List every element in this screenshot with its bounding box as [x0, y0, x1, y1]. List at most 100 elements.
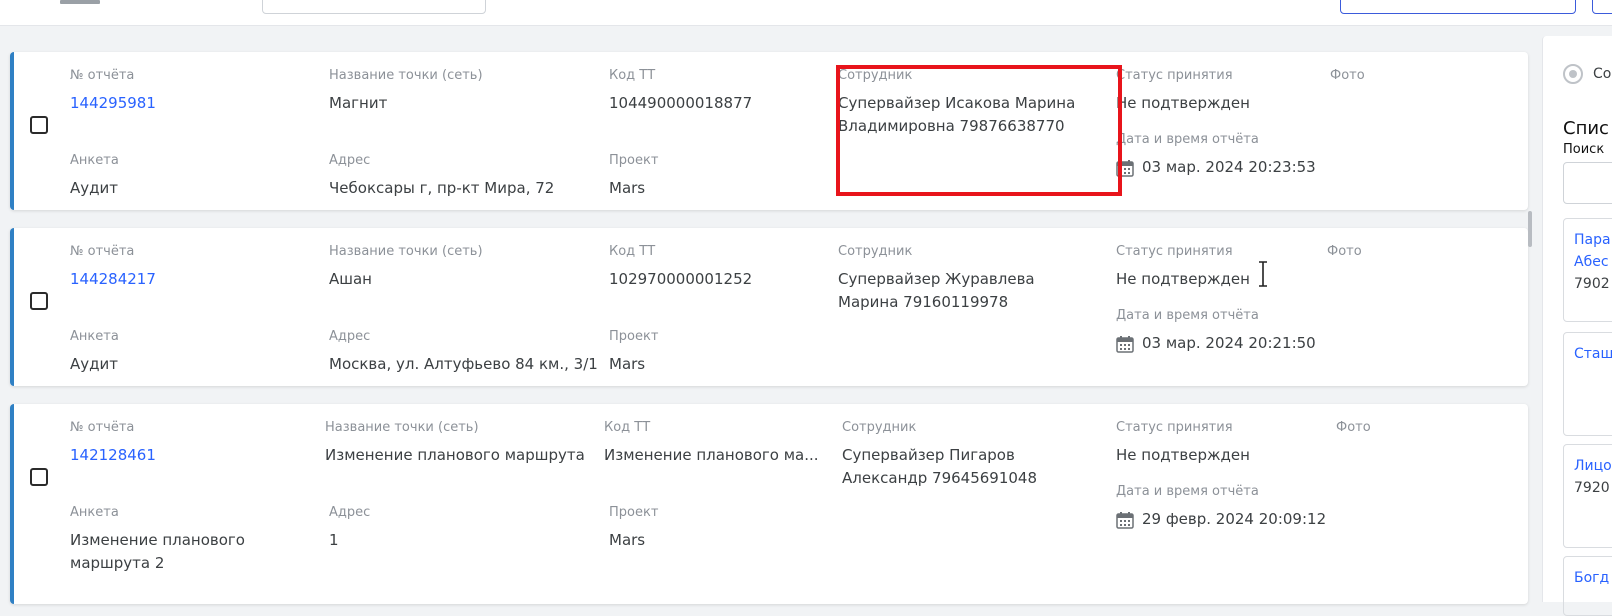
panel-item-line: Стащ [1574, 346, 1612, 362]
employee-label: Сотрудник [842, 420, 917, 435]
address-label: Адрес [329, 153, 371, 168]
datetime-label: Дата и время отчёта [1116, 484, 1259, 499]
tt-code-label: Код ТТ [609, 68, 656, 83]
datetime-field: Дата и время отчёта 29 февр. 2024 20:09:… [1116, 484, 1326, 531]
point-name-label: Название точки (сеть) [325, 420, 479, 435]
employee-field: Сотрудник Супервайзер Журавлева Марина 7… [838, 244, 1078, 314]
tt-code-value: 102970000001252 [609, 270, 753, 288]
panel-list-item[interactable]: Пара Абес 7902 [1563, 218, 1612, 322]
address-value: Москва, ул. Алтуфьево 84 км., 3/1 [329, 355, 598, 373]
report-no-label: № отчёта [70, 420, 135, 435]
address-field: Адрес Чебоксары г, пр-кт Мира, 72 [329, 153, 554, 200]
project-value: Mars [609, 179, 646, 197]
status-value: Не подтвержден [1116, 446, 1250, 464]
reports-list: № отчёта 144295981 Название точки (сеть)… [0, 26, 1538, 604]
status-label: Статус принятия [1116, 420, 1233, 435]
project-label: Проект [609, 153, 659, 168]
address-value: 1 [329, 531, 339, 549]
report-no-link[interactable]: 144284217 [70, 268, 156, 291]
tt-code-field: Код ТТ 102970000001252 [609, 244, 752, 291]
tt-code-field: Код ТТ Изменение планового ма... [604, 420, 819, 467]
calendar-icon [1116, 511, 1134, 529]
panel-list-item[interactable]: Стащ [1563, 332, 1612, 436]
report-no-field: № отчёта 144295981 [70, 68, 156, 115]
survey-label: Анкета [70, 505, 119, 520]
photo-field: Фото [1330, 68, 1365, 84]
report-no-field: № отчёта 144284217 [70, 244, 156, 291]
datetime-label: Дата и время отчёта [1116, 308, 1259, 323]
status-label: Статус принятия [1116, 244, 1233, 259]
address-label: Адрес [329, 505, 371, 520]
list-scrollbar-thumb[interactable] [1528, 211, 1532, 247]
right-panel: Со Спис Поиск Пара Абес 7902 Стащ Лицо 7… [1542, 36, 1612, 616]
report-checkbox[interactable] [30, 468, 48, 486]
survey-value: Изменение планового маршрута 2 [70, 531, 245, 572]
panel-radio[interactable] [1563, 64, 1583, 84]
panel-radio-label: Со [1593, 66, 1612, 82]
filter-input[interactable] [262, 0, 486, 14]
panel-item-line: Абес [1574, 254, 1609, 270]
project-field: Проект Mars [609, 153, 658, 200]
toolbar-label-fragment [60, 0, 100, 4]
top-toolbar [0, 0, 1612, 26]
panel-search-input[interactable] [1563, 162, 1612, 204]
status-field: Статус принятия Не подтвержден [1116, 244, 1250, 291]
photo-label: Фото [1336, 420, 1371, 435]
tt-code-value: 104490000018877 [609, 94, 753, 112]
datetime-value: 03 мар. 2024 20:23:53 [1142, 158, 1316, 176]
project-field: Проект Mars [609, 329, 658, 376]
datetime-field: Дата и время отчёта 03 мар. 2024 20:23:5… [1116, 132, 1316, 179]
panel-search-label: Поиск [1563, 142, 1605, 157]
panel-list-item[interactable]: Лицо 7920 [1563, 444, 1612, 548]
datetime-row: 03 мар. 2024 20:21:50 [1116, 332, 1316, 355]
panel-item-line: 7920 [1574, 480, 1610, 496]
calendar-icon [1116, 335, 1134, 353]
address-value: Чебоксары г, пр-кт Мира, 72 [329, 179, 555, 197]
panel-list-item[interactable]: Богд [1563, 556, 1612, 616]
employee-value: Супервайзер Журавлева Марина 79160119978 [838, 270, 1035, 311]
project-label: Проект [609, 329, 659, 344]
survey-field: Анкета Аудит [70, 153, 119, 200]
panel-item-line: 7902 [1574, 276, 1610, 292]
address-label: Адрес [329, 329, 371, 344]
report-checkbox[interactable] [30, 292, 48, 310]
panel-item-line: Богд [1574, 570, 1610, 586]
report-card[interactable]: № отчёта 144284217 Название точки (сеть)… [10, 228, 1528, 386]
point-name-label: Название точки (сеть) [329, 68, 483, 83]
survey-value: Аудит [70, 179, 118, 197]
point-name-label: Название точки (сеть) [329, 244, 483, 259]
project-label: Проект [609, 505, 659, 520]
toolbar-action-button[interactable] [1340, 0, 1576, 14]
datetime-field: Дата и время отчёта 03 мар. 2024 20:21:5… [1116, 308, 1316, 355]
survey-value: Аудит [70, 355, 118, 373]
report-no-link[interactable]: 144295981 [70, 92, 156, 115]
status-value: Не подтвержден [1116, 270, 1250, 288]
employee-highlight-box [836, 65, 1122, 196]
employee-label: Сотрудник [838, 244, 913, 259]
point-name-field: Название точки (сеть) Магнит [329, 68, 483, 115]
report-card[interactable]: № отчёта 144295981 Название точки (сеть)… [10, 52, 1528, 210]
point-name-value: Ашан [329, 270, 372, 288]
point-name-value: Изменение планового маршрута [325, 446, 585, 464]
panel-item-line: Лицо [1574, 458, 1612, 474]
report-no-link[interactable]: 142128461 [70, 444, 156, 467]
address-field: Адрес Москва, ул. Алтуфьево 84 км., 3/1 [329, 329, 598, 376]
survey-label: Анкета [70, 153, 119, 168]
datetime-label: Дата и время отчёта [1116, 132, 1259, 147]
status-field: Статус принятия Не подтвержден [1116, 420, 1250, 467]
tt-code-label: Код ТТ [604, 420, 651, 435]
report-checkbox[interactable] [30, 116, 48, 134]
tt-code-value: Изменение планового ма... [604, 446, 819, 464]
tt-code-field: Код ТТ 104490000018877 [609, 68, 752, 115]
photo-field: Фото [1336, 420, 1371, 436]
survey-field: Анкета Аудит [70, 329, 119, 376]
report-card[interactable]: № отчёта 142128461 Название точки (сеть)… [10, 404, 1528, 604]
datetime-row: 03 мар. 2024 20:23:53 [1116, 156, 1316, 179]
employee-field: Сотрудник Супервайзер Пигаров Александр … [842, 420, 1082, 490]
report-no-label: № отчёта [70, 244, 135, 259]
project-field: Проект Mars [609, 505, 658, 552]
list-scrollbar[interactable] [1526, 26, 1534, 602]
survey-field: Анкета Изменение планового маршрута 2 [70, 505, 290, 575]
toolbar-secondary-button[interactable] [1592, 0, 1612, 14]
datetime-row: 29 февр. 2024 20:09:12 [1116, 508, 1326, 531]
